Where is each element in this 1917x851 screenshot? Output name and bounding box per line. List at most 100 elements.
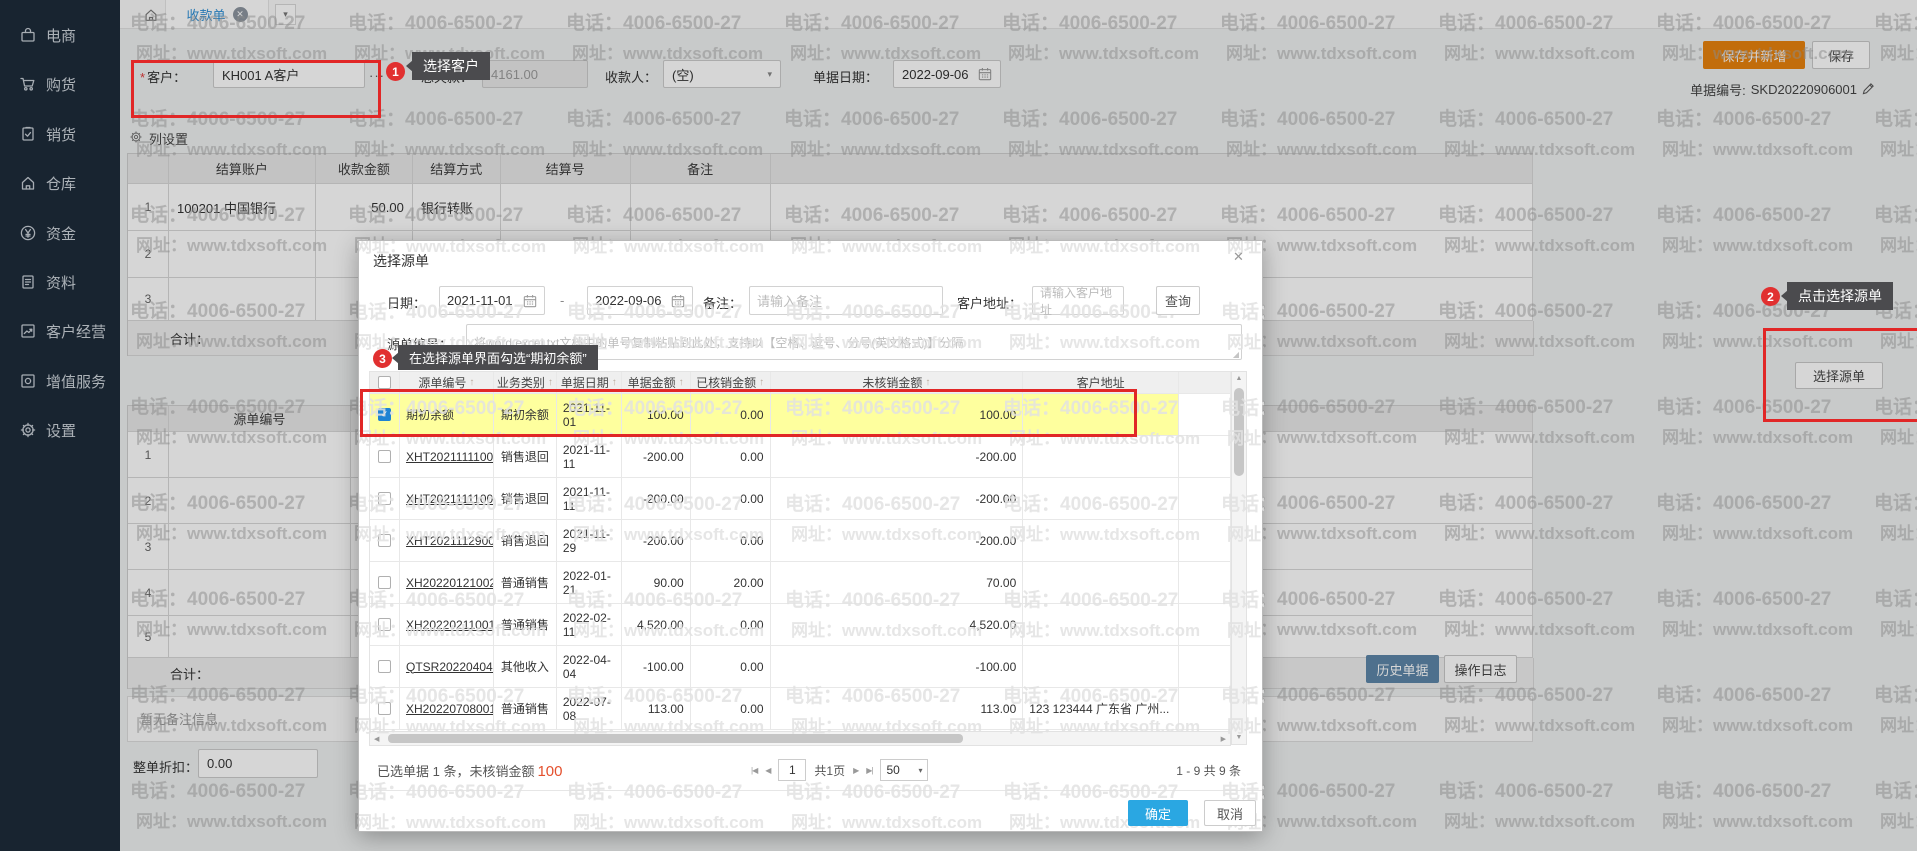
column-header-label[interactable]: 已核销金额 — [696, 374, 756, 391]
data-cell: 2022-04-04 — [557, 646, 622, 688]
page-prev-icon[interactable]: ◀ — [765, 766, 770, 775]
data-cell: 0.00 — [691, 520, 771, 562]
data-cell: 销售退回 — [494, 520, 557, 562]
address-filter-input[interactable]: 请输入客户地址 — [1032, 286, 1124, 315]
row-checkbox[interactable] — [378, 534, 391, 547]
data-cell: 2022-02-11 — [557, 604, 622, 646]
source-doc-link[interactable]: XH20220708001 — [406, 702, 494, 716]
cell-value: 2022-04-04 — [563, 653, 615, 681]
column-header-label[interactable]: 单据日期 — [561, 374, 609, 391]
cell-value: 2021-11-29 — [563, 527, 615, 555]
data-cell — [370, 604, 400, 646]
data-cell: 2021-11-01 — [557, 394, 622, 436]
row-checkbox[interactable] — [378, 618, 391, 631]
search-button[interactable]: 查询 — [1156, 286, 1200, 315]
date-to-input[interactable]: 2022-09-06 — [587, 286, 693, 315]
page-number-input[interactable]: 1 — [778, 759, 806, 781]
cell-value: -200.00 — [976, 534, 1017, 548]
modal-close-icon[interactable]: ✕ — [1233, 249, 1244, 265]
cell-value: 0.00 — [740, 618, 763, 632]
row-checkbox[interactable] — [378, 576, 391, 589]
sort-icon[interactable]: ↑ — [759, 377, 764, 388]
cell-value: 0.00 — [740, 534, 763, 548]
source-doc-link[interactable]: XH20220211001 — [406, 618, 494, 632]
column-header-label[interactable]: 源单编号 — [418, 374, 466, 391]
scrollbar-thumb[interactable] — [1234, 388, 1244, 476]
modal-title: 选择源单 — [373, 251, 429, 271]
data-cell: 普通销售 — [494, 688, 557, 730]
data-cell: 2021-11-29 — [557, 520, 622, 562]
data-cell — [370, 646, 400, 688]
row-checkbox[interactable] — [378, 450, 391, 463]
scroll-down-icon[interactable]: ▼ — [1236, 734, 1243, 741]
column-header: 源单编号↑ — [400, 372, 494, 394]
sort-icon[interactable]: ↑ — [548, 377, 553, 388]
sort-icon[interactable]: ↑ — [925, 377, 930, 388]
scroll-right-icon[interactable]: ▶ — [1221, 735, 1226, 743]
row-checkbox[interactable] — [378, 492, 391, 505]
page-first-icon[interactable]: |◀ — [751, 766, 757, 775]
column-header: 未核销金额↑ — [771, 372, 1024, 394]
data-cell — [1023, 436, 1179, 478]
scroll-up-icon[interactable]: ▲ — [1236, 375, 1243, 382]
source-doc-link[interactable]: XHT20211111002 — [406, 492, 494, 506]
select-source-modal: 选择源单 ✕ 日期： 2021-11-01 - 2022-09-06 备注： 请… — [358, 240, 1263, 832]
resize-handle-icon[interactable]: ◢ — [1233, 350, 1239, 359]
horizontal-scrollbar[interactable]: ◀ ▶ — [369, 731, 1231, 746]
cell-value: 期初余额 — [406, 406, 454, 423]
date-to-value: 2022-09-06 — [595, 293, 662, 308]
calendar-icon — [523, 294, 537, 308]
row-checkbox[interactable]: ✓ — [378, 408, 391, 421]
source-doc-link[interactable]: QTSR20220404001 — [406, 660, 494, 674]
remark-filter-label: 备注： — [703, 293, 742, 312]
vertical-scrollbar[interactable]: ▲ ▼ — [1231, 371, 1247, 745]
data-cell: 普通销售 — [494, 604, 557, 646]
column-header-label[interactable]: 单据金额 — [628, 374, 676, 391]
data-cell — [1023, 604, 1179, 646]
row-checkbox[interactable] — [378, 702, 391, 715]
page-size-select[interactable]: 50 ▾ — [880, 759, 928, 781]
data-cell: -200.00 — [622, 436, 691, 478]
scrollbar-thumb[interactable] — [388, 734, 963, 743]
column-header-label[interactable]: 未核销金额 — [862, 374, 922, 391]
page-total-label: 共1页 — [814, 762, 845, 779]
data-cell: 4,520.00 — [771, 604, 1024, 646]
row-checkbox[interactable] — [378, 660, 391, 673]
data-cell: XH20220708001 — [400, 688, 494, 730]
data-cell: 销售退回 — [494, 436, 557, 478]
column-header: 业务类别↑ — [494, 372, 557, 394]
selected-amount: 100 — [537, 763, 562, 780]
calendar-icon[interactable] — [671, 294, 685, 308]
data-cell: 0.00 — [691, 436, 771, 478]
select-all-checkbox[interactable] — [378, 376, 391, 389]
date-from-input[interactable]: 2021-11-01 — [439, 286, 545, 315]
sort-icon[interactable]: ↑ — [469, 377, 474, 388]
pagination: |◀ ◀ 1 共1页 ▶ ▶| 50 ▾ — [751, 759, 928, 781]
column-header-label[interactable]: 业务类别 — [497, 374, 545, 391]
source-doc-link[interactable]: XHT20211111001 — [406, 450, 494, 464]
data-cell — [370, 436, 400, 478]
ok-button[interactable]: 确定 — [1128, 800, 1188, 826]
scroll-left-icon[interactable]: ◀ — [374, 735, 379, 743]
cell-value: -200.00 — [976, 450, 1017, 464]
data-cell — [1179, 646, 1231, 688]
data-cell — [370, 478, 400, 520]
page-last-icon[interactable]: ▶| — [866, 766, 872, 775]
cancel-button[interactable]: 取消 — [1204, 800, 1256, 826]
data-cell: 其他收入 — [494, 646, 557, 688]
column-header-label[interactable]: 客户地址 — [1077, 374, 1125, 391]
table-row: XH20220708001普通销售2022-07-08113.000.00113… — [370, 688, 1231, 730]
source-doc-link[interactable]: XHT20211129001 — [406, 534, 494, 548]
data-cell: -200.00 — [771, 520, 1024, 562]
sort-icon[interactable]: ↑ — [612, 377, 617, 388]
cell-value: 0.00 — [740, 660, 763, 674]
page-next-icon[interactable]: ▶ — [853, 766, 858, 775]
data-cell: 90.00 — [622, 562, 691, 604]
source-doc-link[interactable]: XH20220121002 — [406, 576, 494, 590]
calendar-icon[interactable] — [523, 294, 537, 308]
cell-value: -200.00 — [976, 492, 1017, 506]
date-from-value: 2021-11-01 — [447, 293, 513, 308]
remark-filter-input[interactable]: 请输入备注 — [749, 286, 943, 315]
sort-icon[interactable]: ↑ — [679, 377, 684, 388]
selected-summary: 已选单据 1 条，未核销金额 100 — [377, 761, 563, 780]
